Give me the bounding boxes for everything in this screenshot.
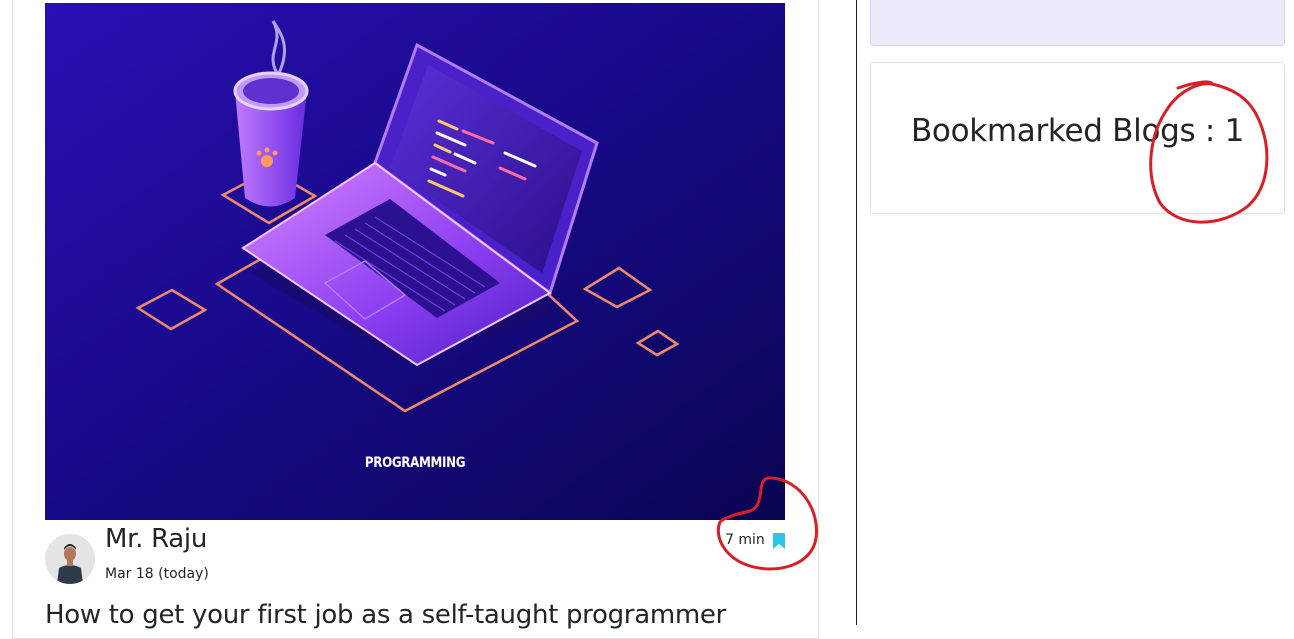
bookmarked-blogs-count: 1 xyxy=(1224,113,1245,149)
blog-cover-image[interactable]: PROGRAMMING xyxy=(45,3,785,520)
person-icon xyxy=(45,534,95,584)
cover-caption: PROGRAMMING xyxy=(364,455,466,471)
post-title[interactable]: How to get your first job as a self-taug… xyxy=(45,600,726,630)
author-row: Mr. Raju Mar 18 (today) 7 min xyxy=(45,522,805,592)
bookmarked-blogs-heading: Bookmarked Blogs : 1 xyxy=(871,113,1284,149)
post-date: Mar 18 (today) xyxy=(105,566,209,582)
read-time: 7 min xyxy=(725,532,765,548)
bookmarked-blogs-card: Bookmarked Blogs : 1 xyxy=(870,62,1285,214)
author-name[interactable]: Mr. Raju xyxy=(105,524,207,554)
bookmark-icon xyxy=(773,533,785,549)
programming-illustration xyxy=(45,3,785,520)
column-divider xyxy=(856,0,857,625)
bookmarked-blogs-label: Bookmarked Blogs : xyxy=(910,113,1225,149)
bookmark-button[interactable] xyxy=(772,533,786,549)
sidebar-info-card xyxy=(870,0,1285,46)
author-avatar[interactable] xyxy=(45,534,95,584)
